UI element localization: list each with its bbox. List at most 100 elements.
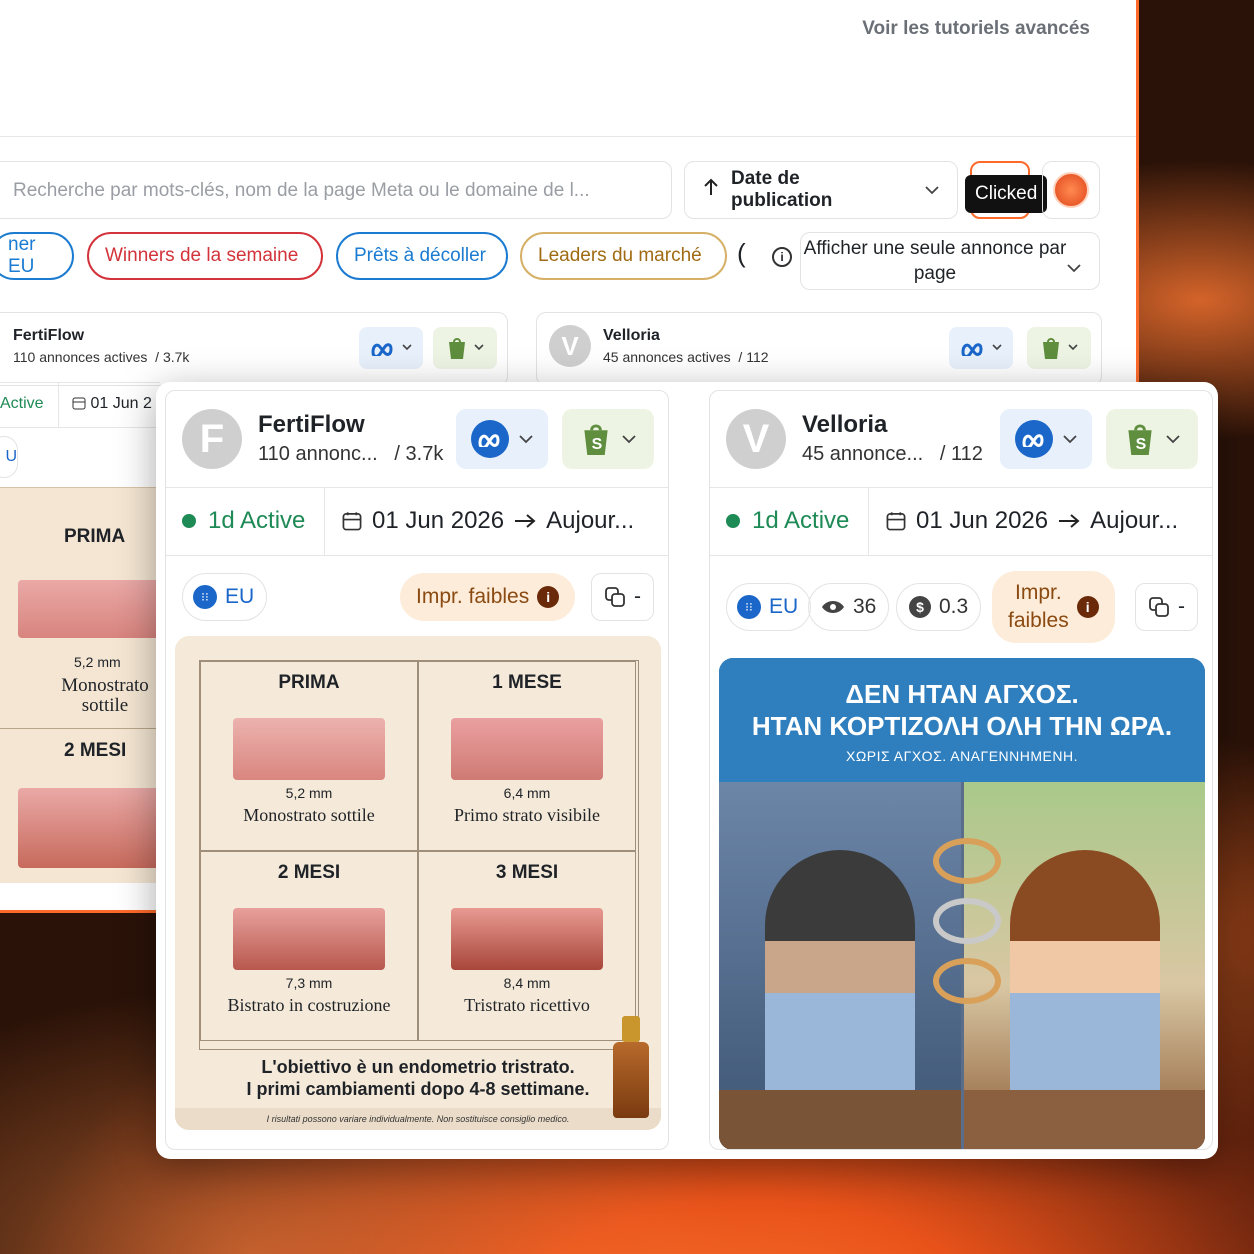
ring-icon (933, 838, 1001, 884)
sort-dropdown[interactable]: Date de publication (684, 161, 958, 219)
tissue-illustration (233, 908, 385, 970)
avatar (1053, 172, 1089, 208)
meta-icon (1015, 420, 1053, 458)
creative-headline-banner: ΔΕΝ ΗΤΑΝ ΑΓΧΟΣ. ΗΤΑΝ ΚΟΡΤΙΖΟΛΗ ΟΛΗ ΤΗΝ ΩΡ… (719, 658, 1205, 782)
chevron-down-icon (622, 435, 636, 444)
chevron-down-icon (925, 179, 939, 201)
avatar: F (182, 409, 242, 469)
svg-text:S: S (592, 436, 603, 453)
creative-footer: L'obiettivo è un endometrio tristrato. I… (246, 1057, 590, 1099)
impressions-badge: Impr. faibles i (992, 571, 1115, 643)
thickness-label: 5,2 mm (74, 654, 121, 670)
info-icon[interactable]: i (537, 586, 560, 608)
paren-text: ( (737, 238, 746, 268)
shopify-icon (449, 338, 465, 359)
info-icon[interactable]: i (1076, 596, 1099, 618)
advertiser-subtitle: 45 annonce... / 112 (802, 443, 983, 465)
arrow-right-icon (515, 514, 536, 528)
status-dot (182, 514, 196, 528)
meta-platform-button[interactable] (1000, 409, 1092, 469)
views-badge: 36 (808, 583, 890, 631)
copy-icon (605, 587, 625, 607)
active-status: 1d Active (726, 507, 849, 535)
grid-cell: PRIMA 5,2 mm Monostrato sottile (200, 661, 418, 851)
meta-platform-button[interactable] (359, 327, 423, 369)
display-mode-dropdown[interactable]: Afficher une seule annonce par page (800, 232, 1100, 290)
shopify-button[interactable]: S (562, 409, 654, 469)
ring-icon (933, 898, 1001, 944)
status-row: 1d Active 01 Jun 2026 Aujour... (166, 487, 668, 556)
ad-creative-image[interactable]: ΔΕΝ ΗΤΑΝ ΑΓΧΟΣ. ΗΤΑΝ ΚΟΡΤΙΖΟΛΗ ΟΛΗ ΤΗΝ ΩΡ… (719, 658, 1205, 1149)
status-dot (726, 514, 740, 528)
arrow-right-icon (1059, 514, 1080, 528)
region-badge: U (0, 436, 18, 478)
chevron-down-icon (1067, 255, 1081, 280)
duplicate-button[interactable]: - (1135, 583, 1198, 631)
ad-cards-panel: F FertiFlow 110 annonc... / 3.7k S 1d Ac… (156, 382, 1218, 1159)
shopify-icon (1043, 338, 1059, 359)
card-header: V Velloria 45 annonce... / 112 S (710, 391, 1212, 488)
progress-grid: PRIMA 5,2 mm Monostrato sottile 1 MESE 6… (199, 660, 639, 1050)
ring-icon (933, 958, 1001, 1004)
calendar-icon (72, 397, 86, 410)
advertiser-name: Velloria (802, 411, 888, 438)
info-icon[interactable]: i (772, 247, 792, 267)
ad-creative-image[interactable]: PRIMA 5,2 mm Monostrato sottile 1 MESE 6… (175, 636, 661, 1130)
back-ad-card-velloria[interactable]: V Velloria 45 annonces actives / 112 (536, 312, 1102, 386)
impressions-badge: Impr. faibles i (400, 573, 576, 621)
date-range: 01 Jun 2026 Aujour... (886, 507, 1178, 535)
region-badge: ⁝⁝ EU (182, 573, 268, 621)
user-avatar-button[interactable] (1042, 161, 1100, 219)
grid-cell: 3 MESI 8,4 mm Tristrato ricettivo (418, 851, 636, 1041)
globe-icon: ⁝⁝ (193, 585, 217, 609)
duplicate-button[interactable]: - (591, 573, 654, 621)
sort-label: Date de publication (731, 168, 833, 211)
header-divider (0, 136, 1136, 137)
search-input[interactable] (11, 162, 655, 220)
creative-caption: Monostrato sottile (61, 675, 149, 716)
status-row: 1d Active 01 Jun 2026 Aujour... (710, 487, 1212, 556)
copy-icon (1149, 597, 1169, 617)
tissue-illustration (451, 718, 603, 780)
creative-label: 2 MESI (64, 740, 127, 761)
search-box[interactable] (0, 161, 672, 220)
advertiser-name: Velloria (603, 327, 660, 344)
shopify-button[interactable]: S (1106, 409, 1198, 469)
date-range: 01 Jun 2 (72, 395, 152, 413)
filter-chip-winners-week[interactable]: Winners de la semaine (87, 232, 323, 280)
filter-chip-winner-eu[interactable]: ner EU (0, 232, 74, 280)
ad-card-fertiflow[interactable]: F FertiFlow 110 annonc... / 3.7k S 1d Ac… (165, 390, 669, 1150)
chevron-down-icon (519, 435, 533, 444)
spend-badge: $ 0.3 (896, 583, 982, 631)
tissue-illustration (18, 788, 160, 868)
happy-woman-illustration (1010, 850, 1160, 1110)
shopify-button[interactable] (1027, 327, 1091, 369)
avatar: V (726, 409, 786, 469)
avatar: V (549, 325, 591, 367)
clicked-tooltip: Clicked (965, 175, 1048, 213)
card-header: F FertiFlow 110 annonc... / 3.7k S (166, 391, 668, 488)
tissue-illustration (18, 580, 160, 638)
advertiser-name: FertiFlow (258, 411, 365, 438)
meta-platform-button[interactable] (456, 409, 548, 469)
back-ad-card-fertiflow[interactable]: FertiFlow 110 annonces actives / 3.7k (0, 312, 508, 386)
shopify-button[interactable] (433, 327, 497, 369)
ad-card-velloria[interactable]: V Velloria 45 annonce... / 112 S 1d Acti… (709, 390, 1213, 1150)
chevron-down-icon (1063, 435, 1077, 444)
grid-cell: 1 MESE 6,4 mm Primo strato visibile (418, 661, 636, 851)
meta-icon (961, 343, 983, 356)
calendar-icon (886, 512, 906, 531)
shopify-icon: S (584, 424, 608, 455)
meta-icon (371, 343, 393, 356)
grid-cell: 2 MESI 7,3 mm Bistrato in costruzione (200, 851, 418, 1041)
meta-platform-button[interactable] (949, 327, 1013, 369)
eye-icon (822, 601, 844, 613)
calendar-icon (342, 512, 362, 531)
filter-chip-ready[interactable]: Prêts à décoller (336, 232, 508, 280)
creative-disclaimer: I risultati possono variare individualme… (175, 1108, 661, 1130)
tissue-illustration (233, 718, 385, 780)
globe-icon: ⁝⁝ (737, 595, 761, 619)
arrow-up-icon (703, 178, 719, 202)
advanced-tutorials-link[interactable]: Voir les tutoriels avancés (862, 18, 1090, 40)
filter-chip-leaders[interactable]: Leaders du marché (520, 232, 727, 280)
